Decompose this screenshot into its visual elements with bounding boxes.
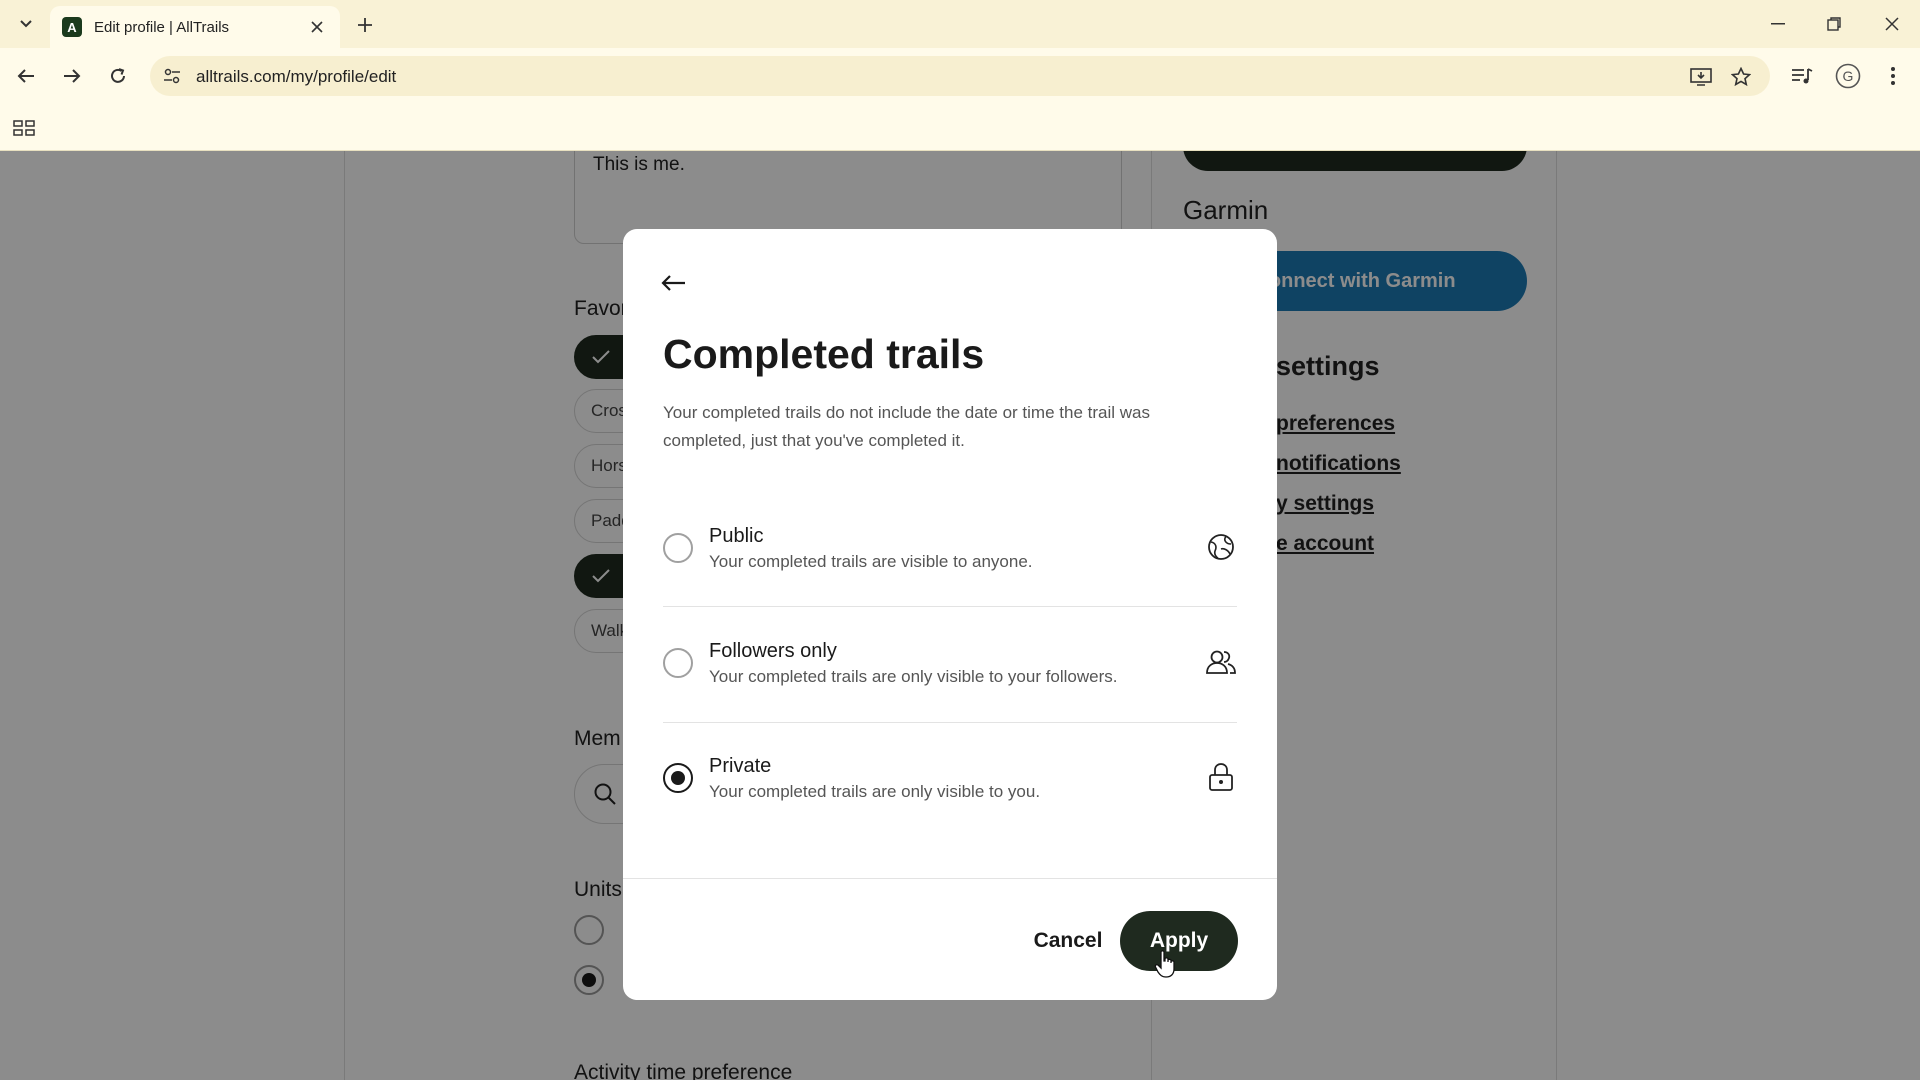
new-tab-plus-icon[interactable]	[352, 12, 378, 38]
public-radio[interactable]	[663, 533, 693, 563]
back-arrow-button[interactable]	[655, 265, 691, 301]
tab-groups-icon[interactable]	[12, 116, 36, 140]
browser-tab-active[interactable]: A Edit profile | AllTrails	[50, 6, 340, 48]
media-controls-icon[interactable]	[1786, 60, 1818, 92]
tab-title: Edit profile | AllTrails	[94, 18, 230, 36]
apply-button[interactable]: Apply	[1120, 911, 1238, 971]
option-description: Your completed trails are only visible t…	[709, 667, 1118, 686]
reload-icon[interactable]	[102, 60, 134, 92]
back-arrow-icon	[661, 275, 685, 291]
minimize-icon[interactable]	[1758, 8, 1798, 40]
site-settings-icon[interactable]	[160, 64, 184, 88]
tab-close-icon[interactable]	[306, 16, 328, 38]
completed-trails-dialog: Completed trails Your completed trails d…	[623, 229, 1277, 1000]
browser-menu-icon[interactable]	[1877, 60, 1909, 92]
browser-tab-bar: A Edit profile | AllTrails	[0, 0, 1920, 48]
option-description: Your completed trails are visible to any…	[709, 552, 1033, 571]
url-text[interactable]: alltrails.com/my/profile/edit	[196, 67, 396, 87]
lock-icon	[1205, 761, 1237, 793]
dialog-description: Your completed trails do not include the…	[663, 403, 1150, 450]
option-label: Followers only	[709, 640, 837, 662]
browser-toolbar: alltrails.com/my/profile/edit G	[0, 48, 1920, 104]
globe-icon	[1205, 531, 1237, 563]
back-arrow-icon[interactable]	[10, 60, 42, 92]
followers-radio[interactable]	[663, 648, 693, 678]
restore-icon[interactable]	[1814, 8, 1854, 40]
hand-cursor-icon	[1154, 950, 1175, 978]
option-separator	[663, 606, 1237, 607]
bookmarks-bar	[0, 104, 1920, 151]
option-description: Your completed trails are only visible t…	[709, 782, 1041, 801]
option-public[interactable]: Public Your completed trails are visible…	[663, 495, 1237, 611]
forward-arrow-icon[interactable]	[56, 60, 88, 92]
install-app-icon[interactable]	[1688, 64, 1714, 90]
profile-avatar-icon[interactable]: G	[1832, 60, 1864, 92]
address-bar[interactable]: alltrails.com/my/profile/edit	[150, 56, 1770, 96]
bookmark-star-icon[interactable]	[1728, 64, 1754, 90]
option-followers[interactable]: Followers only Your completed trails are…	[663, 610, 1237, 726]
option-separator	[663, 722, 1237, 723]
alltrails-favicon-icon: A	[62, 17, 82, 37]
cancel-button[interactable]: Cancel	[1003, 913, 1133, 969]
profile-initial: G	[1843, 68, 1854, 84]
dialog-footer-divider	[623, 878, 1277, 879]
option-label: Private	[709, 755, 772, 777]
tab-search-chevron-icon[interactable]	[12, 10, 40, 38]
window-close-icon[interactable]	[1872, 8, 1912, 40]
option-private[interactable]: Private Your completed trails are only v…	[663, 725, 1237, 841]
option-label: Public	[709, 525, 764, 547]
private-radio-selected[interactable]	[663, 763, 693, 793]
followers-icon	[1205, 646, 1237, 678]
dialog-title: Completed trails	[663, 331, 985, 377]
